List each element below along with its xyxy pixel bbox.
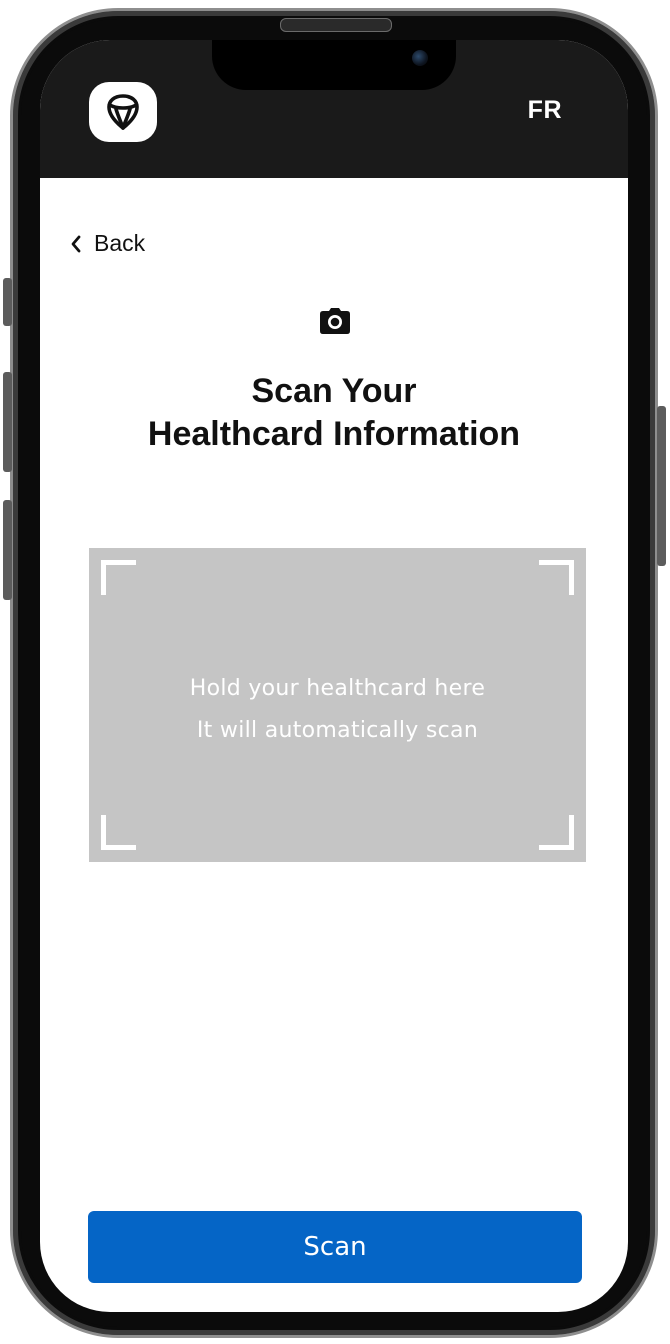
ontario-trillium-logo-icon[interactable]	[89, 82, 157, 142]
notch	[212, 40, 456, 90]
healthcard-scan-area[interactable]: Hold your healthcard here It will automa…	[89, 548, 586, 862]
front-camera	[412, 50, 428, 66]
chevron-left-icon	[71, 235, 81, 252]
page-title-line-1: Scan Your	[251, 372, 417, 410]
earpiece-speaker	[280, 18, 392, 32]
scan-hint-line-1: Hold your healthcard here	[189, 676, 486, 701]
scan-frame-corner-bottom-right	[539, 815, 574, 850]
volume-down-button	[3, 500, 12, 600]
phone-screen: FR Back Scan Your Healthcard Information…	[40, 40, 628, 1312]
scan-frame-corner-bottom-left	[101, 815, 136, 850]
back-label: Back	[94, 230, 146, 256]
power-button	[657, 406, 666, 566]
scan-frame-corner-top-left	[101, 560, 136, 595]
page-title-line-2: Healthcard Information	[147, 415, 521, 453]
scan-hint-line-2: It will automatically scan	[196, 718, 479, 743]
volume-up-button	[3, 372, 12, 472]
scan-instructions: Hold your healthcard here It will automa…	[89, 668, 586, 752]
scan-frame-corner-top-right	[539, 560, 574, 595]
language-toggle[interactable]: FR	[528, 96, 562, 125]
silent-switch	[3, 278, 12, 326]
scan-button[interactable]: Scan	[88, 1211, 582, 1283]
page-title: Scan Your Healthcard Information	[40, 370, 628, 456]
camera-icon	[319, 307, 351, 340]
back-button[interactable]: Back	[70, 230, 145, 257]
app-header: FR	[40, 40, 628, 178]
